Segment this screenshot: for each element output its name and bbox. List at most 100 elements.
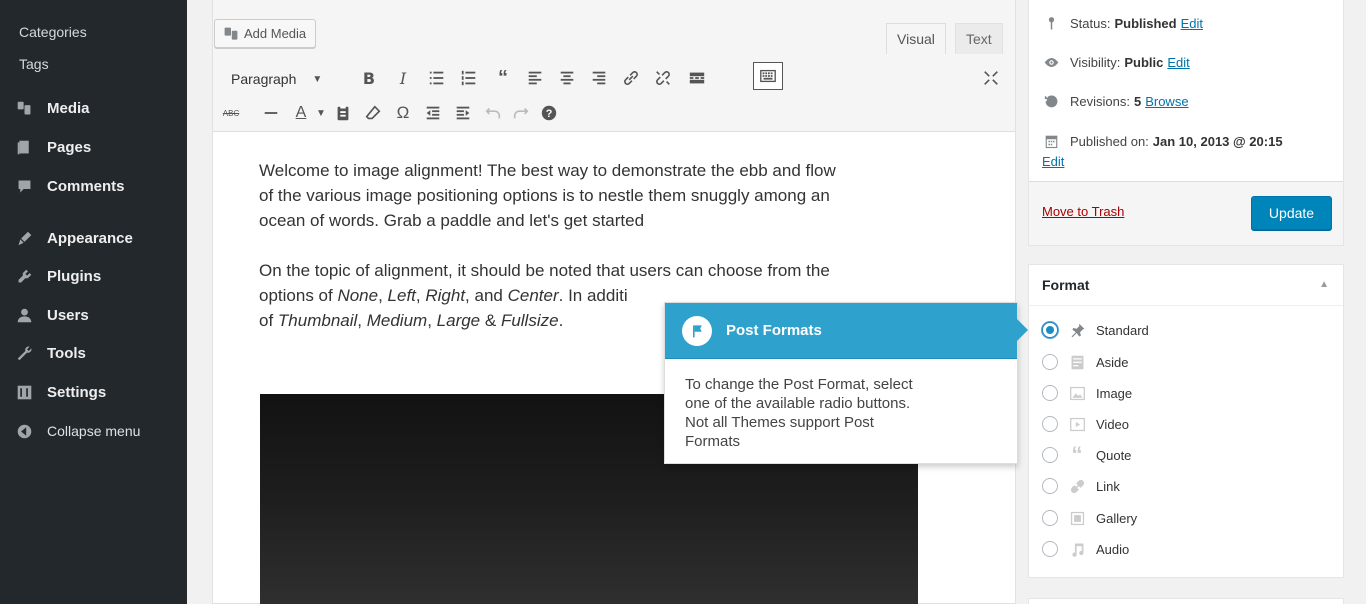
sidebar-item-media[interactable]: Media: [16, 97, 90, 119]
sidebar-item-label: Settings: [47, 383, 107, 401]
sidebar-item-users[interactable]: Users: [16, 304, 89, 326]
flag-icon: [682, 315, 712, 346]
remove-link-button[interactable]: [653, 66, 673, 90]
format-option-gallery[interactable]: Gallery: [1042, 508, 1137, 528]
calendar-icon: [1042, 132, 1060, 150]
clear-formatting-button[interactable]: [363, 101, 383, 125]
format-option-image[interactable]: Image: [1042, 383, 1132, 403]
decrease-indent-button[interactable]: [423, 101, 443, 125]
format-option-quote[interactable]: “ Quote: [1042, 442, 1132, 467]
numbered-list-button[interactable]: [459, 66, 479, 90]
content-line: of the various image positioning options…: [259, 186, 830, 205]
edit-date-link[interactable]: Edit: [1042, 154, 1064, 169]
tab-text[interactable]: Text: [955, 23, 1003, 54]
collapse-arrow-icon[interactable]: ▲: [1319, 279, 1329, 290]
radio-image[interactable]: [1042, 385, 1058, 401]
visibility-label: Visibility:: [1070, 54, 1121, 70]
browse-revisions-link[interactable]: Browse: [1145, 94, 1188, 109]
published-on-row: Published on: Jan 10, 2013 @ 20:15: [1042, 132, 1283, 150]
published-on-value: Jan 10, 2013 @ 20:15: [1152, 133, 1283, 149]
pointer-text-line: one of the available radio buttons.: [685, 395, 911, 412]
horizontal-line-button[interactable]: [261, 101, 281, 125]
align-center-button[interactable]: [557, 66, 577, 90]
pin-icon: [1042, 14, 1060, 32]
format-box-header[interactable]: Format ▲: [1029, 265, 1343, 306]
pages-icon: [16, 137, 38, 157]
pin-icon: [1067, 321, 1087, 339]
visibility-row: Visibility: Public Edit: [1042, 53, 1190, 71]
format-option-label: Image: [1096, 385, 1133, 401]
major-publishing-actions: Move to Trash Update: [1029, 181, 1343, 245]
link-icon: [1067, 477, 1087, 495]
radio-standard[interactable]: [1042, 322, 1058, 338]
sidebar-item-pages[interactable]: Pages: [16, 136, 91, 158]
insert-link-button[interactable]: [621, 66, 641, 90]
published-on-label: Published on:: [1070, 133, 1149, 149]
sidebar-item-appearance[interactable]: Appearance: [16, 227, 133, 249]
format-option-label: Quote: [1096, 447, 1132, 463]
italic-button[interactable]: I: [393, 66, 413, 90]
toolbar-toggle-button[interactable]: [753, 62, 783, 90]
blockquote-button[interactable]: “: [493, 66, 513, 90]
update-button[interactable]: Update: [1251, 196, 1332, 230]
align-left-button[interactable]: [525, 66, 545, 90]
status-value: Published: [1114, 15, 1177, 31]
collapse-menu-button[interactable]: Collapse menu: [16, 420, 140, 442]
status-row: Status: Published Edit: [1042, 14, 1203, 32]
sidebar-item-label: Plugins: [47, 267, 102, 285]
text-color-dropdown-icon[interactable]: ▼: [311, 101, 331, 125]
sidebar-item-tools[interactable]: Tools: [16, 342, 86, 364]
bulleted-list-button[interactable]: [427, 66, 447, 90]
radio-quote[interactable]: [1042, 447, 1058, 463]
tab-visual[interactable]: Visual: [886, 23, 946, 54]
special-character-button[interactable]: Ω: [393, 101, 413, 125]
sidebar-item-plugins[interactable]: Plugins: [16, 265, 101, 287]
radio-audio[interactable]: [1042, 541, 1058, 557]
format-option-label: Link: [1096, 478, 1120, 494]
sidebar-subitem-tags[interactable]: Tags: [19, 56, 49, 72]
text-color-button[interactable]: A: [291, 101, 311, 125]
sidebar-item-settings[interactable]: Settings: [16, 381, 106, 403]
radio-aside[interactable]: [1042, 354, 1058, 370]
paste-as-text-button[interactable]: [333, 101, 353, 125]
revisions-value: 5: [1133, 93, 1142, 109]
radio-link[interactable]: [1042, 478, 1058, 494]
post-formats-pointer: Post Formats To change the Post Format, …: [664, 302, 1018, 464]
tools-icon: [16, 343, 38, 363]
bold-button[interactable]: B: [359, 66, 379, 90]
align-right-button[interactable]: [589, 66, 609, 90]
format-option-video[interactable]: Video: [1042, 414, 1129, 434]
comments-icon: [16, 176, 38, 196]
undo-button[interactable]: [483, 101, 503, 125]
audio-icon: [1067, 540, 1087, 558]
increase-indent-button[interactable]: [453, 101, 473, 125]
aside-icon: [1067, 353, 1087, 371]
image-icon: [1067, 384, 1087, 402]
sidebar-subitem-categories[interactable]: Categories: [19, 24, 87, 40]
distraction-free-button[interactable]: [981, 66, 1001, 90]
help-icon[interactable]: ?: [539, 101, 559, 125]
sidebar-item-label: Appearance: [47, 229, 133, 247]
pointer-arrow: [1016, 318, 1028, 342]
edit-status-link[interactable]: Edit: [1181, 16, 1203, 31]
edit-visibility-link[interactable]: Edit: [1167, 55, 1189, 70]
format-option-audio[interactable]: Audio: [1042, 539, 1129, 559]
sidebar-item-comments[interactable]: Comments: [16, 175, 125, 197]
add-media-button[interactable]: Add Media: [214, 19, 317, 48]
sidebar-item-label: Tools: [47, 344, 86, 362]
radio-gallery[interactable]: [1042, 510, 1058, 526]
read-more-button[interactable]: [687, 66, 707, 90]
paragraph-format-select[interactable]: Paragraph ▼: [231, 68, 322, 90]
editor-toolbar-area: Add Media Visual Text Paragraph ▼ B I “ …: [213, 0, 1015, 132]
format-option-standard[interactable]: Standard: [1042, 320, 1149, 340]
pointer-text-line: Not all Themes support Post: [685, 414, 874, 431]
format-option-label: Audio: [1096, 541, 1130, 557]
media-icon: [16, 98, 38, 118]
redo-button[interactable]: [511, 101, 531, 125]
format-option-link[interactable]: Link: [1042, 476, 1120, 496]
strikethrough-button[interactable]: ABC: [221, 101, 241, 125]
format-option-aside[interactable]: Aside: [1042, 352, 1129, 372]
collapse-menu-label: Collapse menu: [47, 423, 141, 439]
radio-video[interactable]: [1042, 416, 1058, 432]
move-to-trash-link[interactable]: Move to Trash: [1042, 204, 1124, 219]
